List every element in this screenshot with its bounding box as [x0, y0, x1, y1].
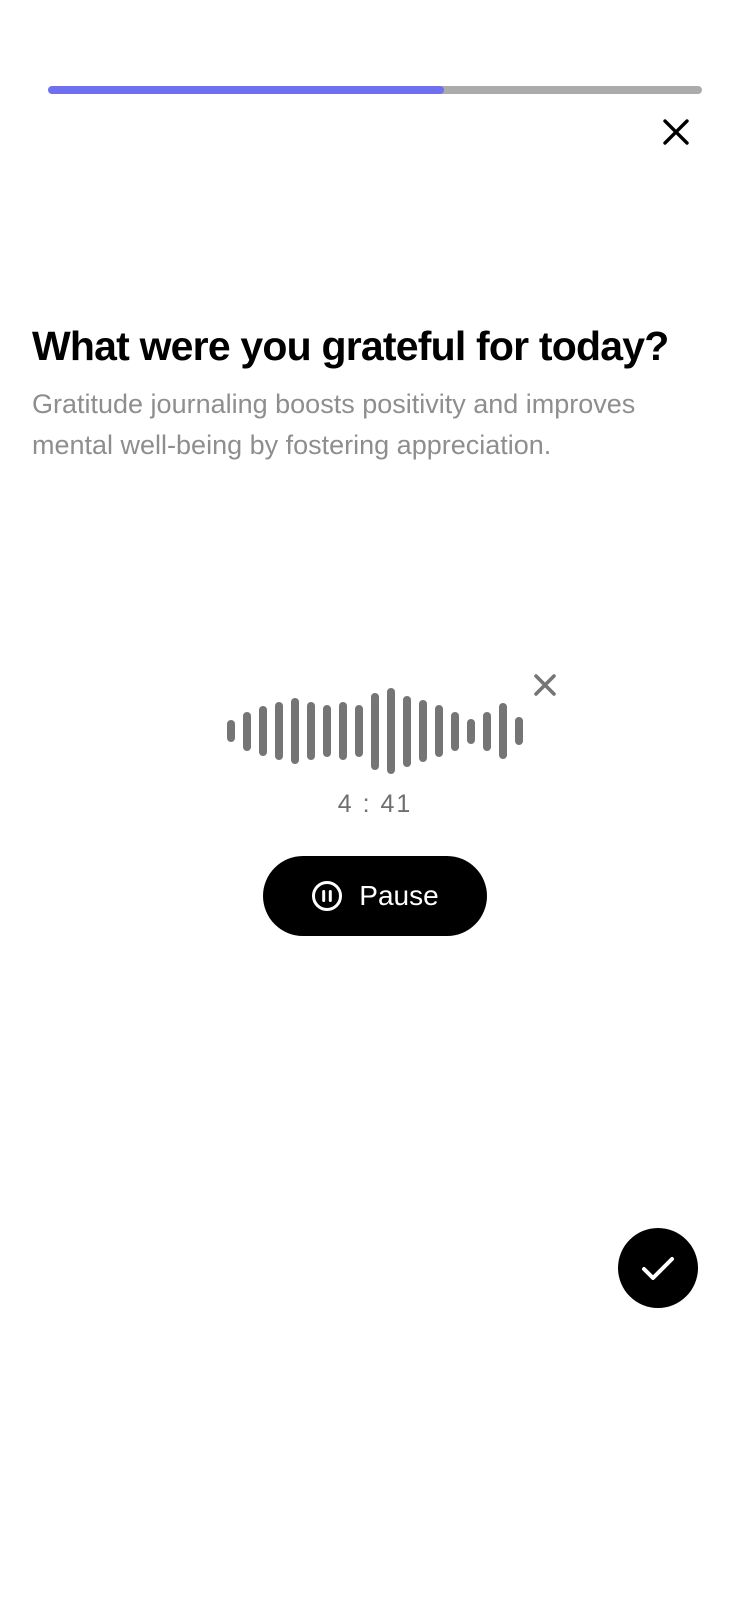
discard-recording-button[interactable] [530, 670, 560, 700]
pause-button[interactable]: Pause [263, 856, 487, 936]
waveform-bar [275, 702, 283, 760]
recording-timer: 4 : 41 [337, 790, 413, 818]
waveform-bar [467, 719, 475, 744]
pause-button-label: Pause [359, 880, 439, 911]
waveform-bar [515, 717, 523, 745]
waveform-bar [387, 688, 395, 774]
waveform-bar [355, 705, 363, 757]
page-title: What were you grateful for today? [32, 323, 669, 369]
pause-circle-icon [312, 881, 343, 911]
progress-bar [48, 86, 702, 94]
waveform-bar [243, 712, 251, 751]
waveform-bar [451, 712, 459, 751]
waveform-bar [339, 702, 347, 760]
close-icon [534, 674, 556, 696]
waveform-bar [307, 702, 315, 760]
waveform-bar [371, 693, 379, 770]
waveform-bar [435, 705, 443, 757]
waveform-bar [403, 696, 411, 767]
waveform-bar [259, 706, 267, 756]
checkmark-icon [642, 1257, 674, 1280]
page-subtitle: Gratitude journaling boosts positivity a… [32, 389, 636, 460]
waveform-bar [499, 703, 507, 759]
waveform-bar [483, 712, 491, 751]
close-button[interactable] [656, 112, 696, 152]
close-icon [663, 119, 689, 145]
waveform-bar [291, 698, 299, 764]
waveform-bar [323, 705, 331, 757]
audio-waveform [227, 688, 527, 774]
progress-fill [48, 86, 444, 94]
confirm-button[interactable] [618, 1228, 698, 1308]
waveform-bar [227, 720, 235, 742]
waveform-bar [419, 700, 427, 762]
